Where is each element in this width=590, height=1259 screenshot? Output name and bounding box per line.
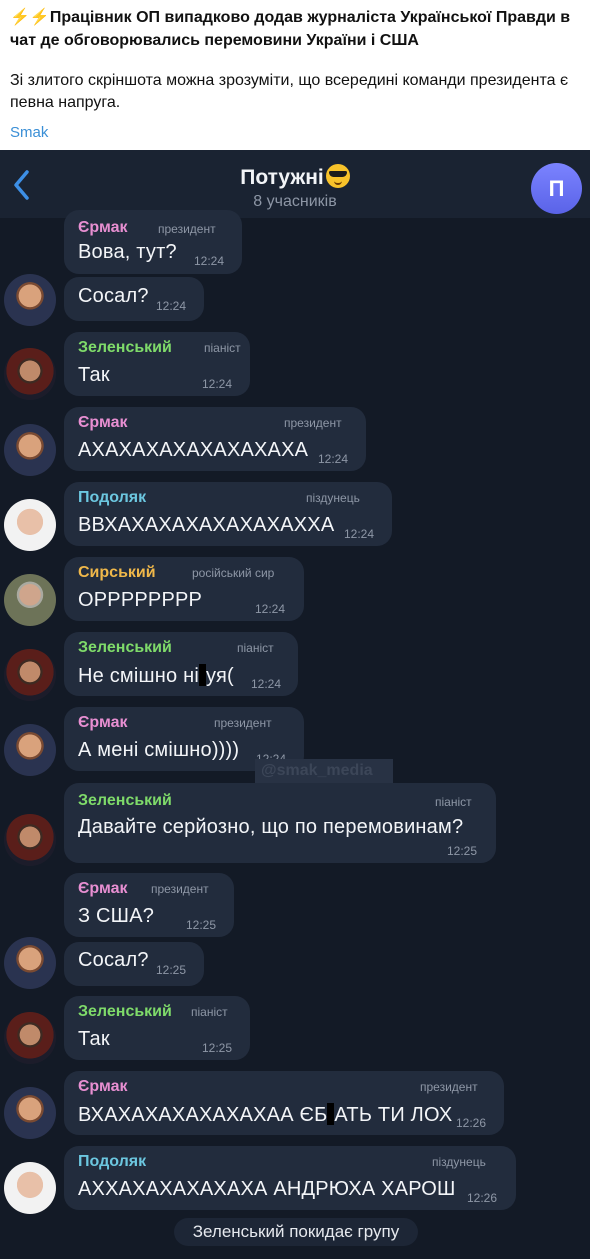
message-time: 12:24	[251, 677, 282, 691]
sender-role: президент	[214, 716, 272, 730]
message-bubble[interactable]: Єрмак президент АХАХАХАХАХАХАХАХА 12:24	[64, 407, 366, 471]
message-bubble[interactable]: Сосал? 12:25	[64, 942, 204, 986]
message-bubble[interactable]: Сосал? 12:24	[64, 277, 204, 321]
sender-role: піздунець	[306, 491, 360, 505]
avatar-yermak[interactable]	[4, 274, 56, 326]
sender-role: піаніст	[191, 1005, 228, 1019]
chat-title[interactable]: Потужні	[0, 164, 590, 190]
avatar-yermak[interactable]	[4, 1087, 56, 1139]
sender-role: президент	[158, 222, 216, 236]
chat-title-text: Потужні	[240, 166, 324, 189]
sender-role: президент	[151, 882, 209, 896]
post-author-link[interactable]: Smak	[10, 124, 580, 141]
sender-role: піздунець	[432, 1155, 486, 1169]
message-time: 12:25	[447, 844, 478, 858]
message-bubble[interactable]: Зеленський піаніст Так 12:24	[64, 332, 250, 396]
chat-screenshot: Потужні 8 учасників П Єрмак президент Во…	[0, 150, 590, 1259]
message-text-part: уя(	[205, 665, 234, 687]
message-time: 12:25	[202, 1041, 233, 1055]
post-header: ⚡️⚡️Працівник ОП випадково додав журналі…	[0, 0, 590, 150]
message-text: Так	[78, 364, 110, 386]
message-time: 12:24	[255, 602, 286, 616]
post-title: ⚡️⚡️Працівник ОП випадково додав журналі…	[10, 6, 580, 52]
chat-header: Потужні 8 учасників П	[0, 150, 590, 218]
avatar-zelensky[interactable]	[4, 814, 56, 866]
message-text: А мені смішно))))	[78, 739, 240, 761]
message-bubble[interactable]: Подоляк піздунець ВВХАХАХАХАХАХАХАХХА 12…	[64, 482, 392, 546]
sunglasses-emoji-icon	[325, 164, 350, 188]
message-time: 12:24	[344, 527, 375, 541]
message-bubble[interactable]: Зеленський піаніст Давайте серйозно, що …	[64, 783, 496, 863]
service-message: Зеленський покидає групу	[174, 1218, 418, 1246]
sender-name: Зеленський	[78, 639, 172, 656]
sender-name: Єрмак	[78, 219, 128, 236]
sender-role: президент	[284, 416, 342, 430]
message-time: 12:24	[194, 254, 225, 268]
avatar-zelensky[interactable]	[4, 649, 56, 701]
message-bubble[interactable]: Єрмак президент ВХАХАХАХАХАХАХАА ЄБ АТЬ Т…	[64, 1071, 504, 1135]
avatar-yermak[interactable]	[4, 937, 56, 989]
sender-name: Сирський	[78, 564, 156, 581]
sender-role: піаніст	[204, 341, 241, 355]
message-time: 12:24	[156, 299, 187, 313]
sender-role: російський сир	[192, 566, 275, 580]
censor-bar	[198, 664, 206, 686]
sender-name: Зеленський	[78, 339, 172, 356]
message-bubble[interactable]: Єрмак президент Вова, тут? 12:24	[64, 210, 242, 274]
sender-name: Зеленський	[78, 1003, 172, 1020]
message-time: 12:25	[156, 963, 187, 977]
message-text: Сосал?	[78, 285, 149, 307]
message-text: Вова, тут?	[78, 241, 177, 263]
sender-role: піаніст	[237, 641, 274, 655]
message-text-part: АТЬ ТИ ЛОХ	[334, 1104, 453, 1126]
message-text-part: Не смішно ні	[78, 665, 199, 687]
sender-name: Єрмак	[78, 414, 128, 431]
message-text: ВВХАХАХАХАХАХАХАХХА	[78, 514, 335, 536]
avatar-zelensky[interactable]	[4, 348, 56, 400]
message-bubble[interactable]: Зеленський піаніст Так 12:25	[64, 996, 250, 1060]
sender-name: Подоляк	[78, 1153, 147, 1170]
message-text: Сосал?	[78, 949, 149, 971]
message-text: З США?	[78, 905, 155, 927]
message-bubble[interactable]: Зеленський піаніст Не смішно ні уя( 12:24	[64, 632, 298, 696]
message-text: ОРРРРРРРР	[78, 589, 203, 611]
message-text: Не смішно ні уя(	[78, 664, 234, 688]
chat-members-count: 8 учасників	[253, 193, 337, 210]
sender-name: Єрмак	[78, 880, 128, 897]
message-bubble[interactable]: Сирський російський сир ОРРРРРРРР 12:24	[64, 557, 304, 621]
avatar-yermak[interactable]	[4, 424, 56, 476]
sender-role: президент	[420, 1080, 478, 1094]
sender-name: Єрмак	[78, 714, 128, 731]
lightning-icon: ⚡️⚡️	[10, 9, 50, 26]
avatar-zelensky[interactable]	[4, 1012, 56, 1064]
message-time: 12:26	[467, 1191, 498, 1205]
message-time: 12:24	[318, 452, 349, 466]
post-title-text: Працівник ОП випадково додав журналіста …	[10, 9, 571, 49]
sender-name: Подоляк	[78, 489, 147, 506]
message-time: 12:25	[186, 918, 217, 932]
message-time: 12:26	[456, 1116, 487, 1130]
group-avatar[interactable]: П	[531, 163, 582, 214]
message-text: Давайте серйозно, що по перемовинам?	[78, 816, 464, 838]
message-text: АХХАХАХАХАХАХА АНДРЮХА ХАРОШ	[78, 1178, 456, 1200]
sender-name: Зеленський	[78, 792, 172, 809]
avatar-yermak[interactable]	[4, 724, 56, 776]
watermark: @smak_media	[255, 759, 393, 785]
post-text: Зі злитого скріншота можна зрозуміти, що…	[10, 72, 569, 111]
message-bubble[interactable]: Єрмак президент З США? 12:25	[64, 873, 234, 937]
avatar-podolyak[interactable]	[4, 1162, 56, 1214]
message-text: ВХАХАХАХАХАХАХАА ЄБ АТЬ ТИ ЛОХ	[78, 1103, 452, 1127]
avatar-podolyak[interactable]	[4, 499, 56, 551]
avatar-syrsky[interactable]	[4, 574, 56, 626]
message-bubble[interactable]: Подоляк піздунець АХХАХАХАХАХАХА АНДРЮХА…	[64, 1146, 516, 1210]
sender-name: Єрмак	[78, 1078, 128, 1095]
message-time: 12:24	[202, 377, 233, 391]
message-text: АХАХАХАХАХАХАХАХА	[78, 439, 309, 461]
message-text: Так	[78, 1028, 110, 1050]
message-text-part: ВХАХАХАХАХАХАХАА ЄБ	[78, 1104, 328, 1126]
sender-role: піаніст	[435, 795, 472, 809]
